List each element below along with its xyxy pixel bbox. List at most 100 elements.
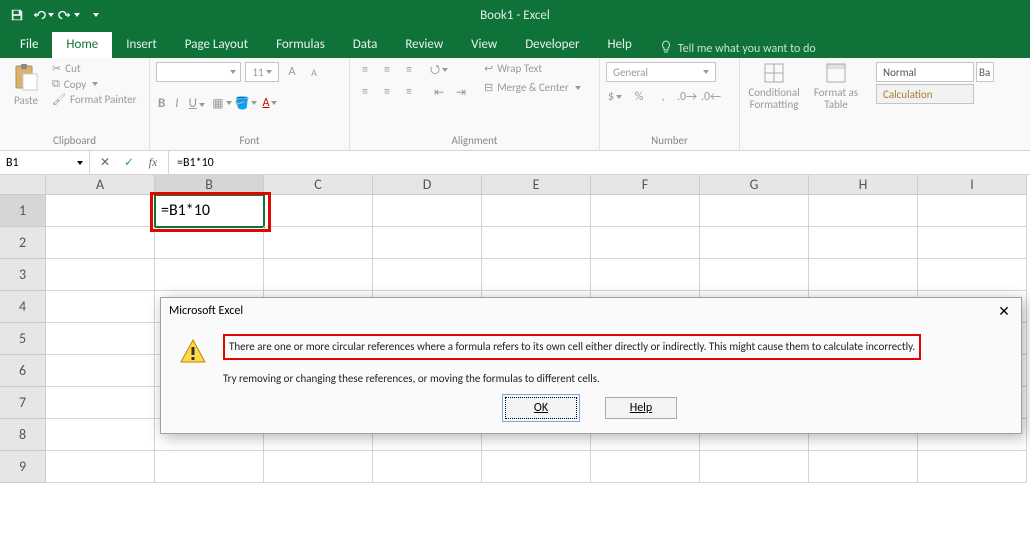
wrap-text-button[interactable]: ↩Wrap Text [484,62,581,75]
row-header-1[interactable]: 1 [0,195,46,227]
redo-icon[interactable] [58,4,80,26]
paste-button[interactable]: Paste [6,62,46,107]
cell-C9[interactable] [264,451,373,483]
decrease-decimal-button[interactable]: .0← [702,88,720,106]
copy-button[interactable]: ⧉Copy [52,77,136,91]
row-header-3[interactable]: 3 [0,259,46,291]
column-header-H[interactable]: H [809,175,918,195]
align-center-icon[interactable]: ≡ [378,84,396,100]
font-name-combo[interactable] [156,62,241,82]
cell-A4[interactable] [46,291,155,323]
align-left-icon[interactable]: ≡ [356,84,374,100]
cell-C3[interactable] [264,259,373,291]
cell-G3[interactable] [700,259,809,291]
column-header-I[interactable]: I [918,175,1027,195]
cancel-formula-icon[interactable]: ✕ [94,154,116,172]
border-button[interactable]: ▦ [213,94,231,112]
cell-H1[interactable] [809,195,918,227]
select-all-corner[interactable] [0,175,46,195]
column-header-D[interactable]: D [373,175,482,195]
italic-button[interactable]: I [173,96,180,111]
tab-insert[interactable]: Insert [112,32,171,58]
cell-D9[interactable] [373,451,482,483]
fx-icon[interactable]: fx [142,154,164,172]
enter-formula-icon[interactable]: ✓ [118,154,140,172]
cell-D3[interactable] [373,259,482,291]
column-header-E[interactable]: E [482,175,591,195]
cell-style-normal[interactable]: Normal [876,62,974,82]
cell-A3[interactable] [46,259,155,291]
column-header-G[interactable]: G [700,175,809,195]
tab-formulas[interactable]: Formulas [262,32,339,58]
merge-center-button[interactable]: ⊟Merge & Center [484,81,581,94]
cell-E2[interactable] [482,227,591,259]
cell-E9[interactable] [482,451,591,483]
row-header-7[interactable]: 7 [0,387,46,419]
cell-B9[interactable] [155,451,264,483]
font-size-combo[interactable]: 11 [245,62,279,82]
cell-B3[interactable] [155,259,264,291]
row-header-8[interactable]: 8 [0,419,46,451]
row-header-6[interactable]: 6 [0,355,46,387]
orientation-icon[interactable]: ⭯ [430,62,448,78]
cut-button[interactable]: ✂Cut [52,62,136,75]
cell-style-bad[interactable]: Ba [976,62,994,82]
fill-color-button[interactable]: 🪣 [237,94,255,112]
cell-F3[interactable] [591,259,700,291]
row-header-5[interactable]: 5 [0,323,46,355]
cell-D1[interactable] [373,195,482,227]
cell-H9[interactable] [809,451,918,483]
cell-I3[interactable] [918,259,1027,291]
column-header-C[interactable]: C [264,175,373,195]
column-header-B[interactable]: B [155,175,264,195]
name-box[interactable]: B1 [0,151,90,174]
cell-A2[interactable] [46,227,155,259]
underline-button[interactable]: U [187,96,207,111]
align-top-icon[interactable]: ≡ [356,62,374,78]
tab-view[interactable]: View [457,32,511,58]
cell-G9[interactable] [700,451,809,483]
increase-indent-icon[interactable]: ⇥ [452,84,470,100]
cell-H2[interactable] [809,227,918,259]
cell-A5[interactable] [46,323,155,355]
tab-file[interactable]: File [6,32,52,58]
bold-button[interactable]: B [156,96,167,111]
undo-icon[interactable] [32,4,54,26]
tab-review[interactable]: Review [391,32,457,58]
cell-I9[interactable] [918,451,1027,483]
format-painter-button[interactable]: 🖌Format Painter [52,93,136,106]
tab-data[interactable]: Data [339,32,392,58]
increase-decimal-button[interactable]: .0→ [678,88,696,106]
decrease-indent-icon[interactable]: ⇤ [430,84,448,100]
cell-C2[interactable] [264,227,373,259]
number-format-combo[interactable]: General [606,62,716,82]
align-middle-icon[interactable]: ≡ [378,62,396,78]
cell-I1[interactable] [918,195,1027,227]
cell-F2[interactable] [591,227,700,259]
align-right-icon[interactable]: ≡ [400,84,418,100]
cell-F9[interactable] [591,451,700,483]
cell-A6[interactable] [46,355,155,387]
help-button[interactable]: Help [605,397,677,419]
cell-E1[interactable] [482,195,591,227]
cell-A8[interactable] [46,419,155,451]
column-header-A[interactable]: A [46,175,155,195]
cell-E3[interactable] [482,259,591,291]
qat-customize-icon[interactable] [84,4,106,26]
cell-C1[interactable] [264,195,373,227]
column-header-F[interactable]: F [591,175,700,195]
cell-H3[interactable] [809,259,918,291]
formula-input[interactable]: =B1*10 [169,151,1030,174]
ok-button[interactable]: OK [505,397,577,419]
cell-style-calculation[interactable]: Calculation [876,84,974,104]
increase-font-icon[interactable]: A [283,63,301,81]
cell-B1[interactable]: =B1*10 [155,195,264,227]
cell-A7[interactable] [46,387,155,419]
tab-page-layout[interactable]: Page Layout [171,32,262,58]
close-icon[interactable]: ✕ [995,302,1013,320]
decrease-font-icon[interactable]: A [305,63,323,81]
align-bottom-icon[interactable]: ≡ [400,62,418,78]
currency-button[interactable]: $ [606,88,624,106]
tab-help[interactable]: Help [593,32,645,58]
cell-D2[interactable] [373,227,482,259]
